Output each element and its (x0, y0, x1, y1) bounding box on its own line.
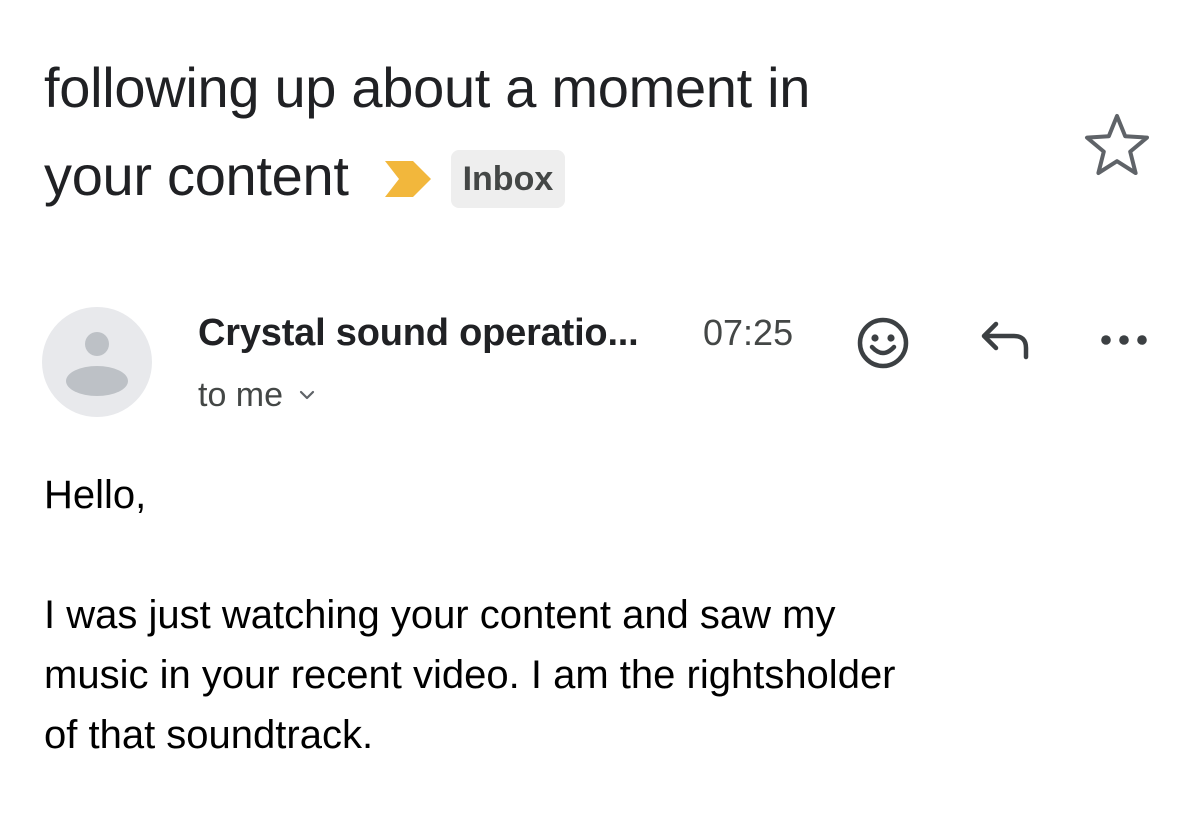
message-body-line: music in your recent video. I am the rig… (44, 653, 896, 697)
person-avatar-icon[interactable] (42, 307, 152, 417)
message-time: 07:25 (703, 312, 794, 353)
reply-icon[interactable] (980, 320, 1032, 360)
message-greeting: Hello, (44, 473, 147, 517)
subject-line-2: your content (44, 144, 349, 207)
avatar-silhouette (66, 332, 128, 396)
recipient-details-toggle[interactable]: to me (198, 372, 315, 418)
star-icon[interactable] (1084, 112, 1150, 178)
more-options-icon[interactable] (1094, 330, 1154, 350)
inbox-label-chip[interactable]: Inbox (450, 150, 566, 208)
subject-line-1: following up about a moment in (44, 56, 811, 119)
subject-line-2-row: your content Inbox (44, 132, 1044, 220)
sender-name[interactable]: Crystal sound operatio... (198, 308, 639, 358)
importance-marker-icon[interactable] (384, 161, 431, 197)
message-body-line: I was just watching your content and saw… (44, 593, 836, 637)
recipient-text: to me (198, 376, 284, 414)
chevron-down-icon (299, 390, 315, 400)
message-body-line: of that soundtrack. (44, 713, 374, 757)
message-paragraph: I was just watching your content and saw… (44, 585, 1164, 765)
emoji-reaction-icon[interactable] (856, 316, 910, 370)
email-subject: following up about a moment in your cont… (44, 44, 1044, 220)
message-body: Hello, I was just watching your content … (44, 465, 1164, 765)
